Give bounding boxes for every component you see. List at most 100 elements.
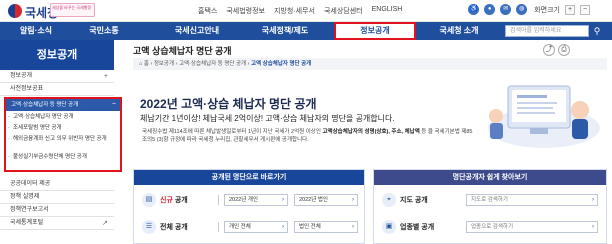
sidebar-item-public-data[interactable]: 공공데이터 제공: [0, 178, 114, 191]
home-icon[interactable]: ⌂: [139, 61, 142, 67]
globe-icon[interactable]: ◍: [516, 4, 528, 15]
select-value: 2022년 법인: [299, 197, 328, 203]
util-link-english[interactable]: ENGLISH: [372, 6, 403, 16]
utility-links: 홈택스 국세법령정보 지방청·세무서 국세상담센터 ENGLISH: [198, 6, 402, 16]
desc-text: 국세징수법 제114조에 따른 체납발생일로부터 1년이 지난 국세가 2억원 …: [142, 129, 323, 135]
row-label: 신규 공개: [160, 195, 188, 205]
desc-bold: 고액상습체납자의 성명(상호), 주소, 체납액: [322, 129, 420, 135]
select-2022-individual[interactable]: 2022년 개인 ›: [224, 194, 288, 206]
select-value: 법인 전체: [299, 224, 321, 230]
document-icon: ▤: [142, 193, 156, 207]
nav-item-info-disclosure[interactable]: 정보공개: [334, 22, 416, 40]
row-label: 업종별 공개: [400, 224, 435, 231]
chevron-right-icon: ›: [352, 224, 354, 230]
zoom-label: 화면크기: [534, 6, 560, 14]
industry-search-button[interactable]: 업종으로 검색하기 ›: [466, 221, 598, 233]
list-icon: ☰: [142, 220, 156, 234]
map-pin-icon: ⌖: [382, 193, 396, 207]
print-icon[interactable]: ⎙: [558, 44, 570, 56]
taegeuk-logo-icon: [8, 4, 22, 18]
nav-item-communication[interactable]: 국민소통: [72, 22, 136, 40]
page-tools: ⤴ ⎙: [543, 44, 570, 56]
breadcrumb: ⌂ 홈 › 정보공개 › 고액·상습체납자 등 명단 공개 › 고액 상습체납자…: [133, 58, 607, 70]
easy-search-panel: 명단공개자 쉽게 찾아보기 ⌖ 지도 공개 지도로 검색하기 › ▣ 업종별 공개…: [373, 169, 607, 244]
sidebar-menu-lower: 공공데이터 제공 정책 실명제 정책연구보고서 국세통계포털 ↗: [0, 178, 114, 230]
util-link-hometax[interactable]: 홈택스: [198, 6, 217, 16]
sidebar-item-label: 고액·상습체납자 등 명단 공개: [11, 102, 79, 108]
row-map-disclosure: ⌖ 지도 공개 지도로 검색하기 ›: [374, 189, 606, 211]
utility-right: ♿ ● ✉ ◍ 화면크기 + −: [468, 4, 590, 15]
select-2022-corporate[interactable]: 2022년 법인 ›: [294, 194, 358, 206]
top-utility-bar: 국세청 세상을 바꾸는 국세행정 홈택스 국세법령정보 지방청·세무서 국세상담…: [0, 0, 612, 22]
map-search-button[interactable]: 지도로 검색하기 ›: [466, 194, 598, 206]
sidebar-item-label: 정책 실명제: [10, 194, 40, 200]
panel-title: 공개된 명단으로 바로가기: [134, 170, 364, 185]
select-value: 2022년 개인: [229, 197, 258, 203]
breadcrumb-item[interactable]: 고액·상습체납자 등 명단 공개: [179, 61, 246, 67]
collapse-icon: −: [111, 101, 116, 108]
search-field-text: 지도로 검색하기: [471, 197, 508, 203]
slogan-badge: 세상을 바꾸는 국세행정: [50, 3, 95, 17]
person-icon[interactable]: ●: [484, 4, 496, 15]
sidebar-item-delinquent-disclosure[interactable]: 고액·상습체납자 등 명단 공개 −: [6, 99, 120, 111]
sidebar-item-stats-portal[interactable]: 국세통계포털 ↗: [0, 217, 114, 230]
sidebar-subitem-donation-org[interactable]: 불성실기부금수령단체 명단 공개: [8, 154, 116, 161]
nav-item-policy[interactable]: 국세정책/제도: [246, 22, 324, 40]
breadcrumb-current: 고액 상습체납자 명단 공개: [250, 61, 312, 67]
select-individual-all[interactable]: 개인 전체 ›: [224, 221, 288, 233]
search-icon[interactable]: ⚲: [591, 25, 603, 37]
sidebar-subitem-delinquent[interactable]: 고액·상습체납자 명단 공개: [8, 114, 116, 121]
briefcase-icon: ▣: [382, 220, 396, 234]
breadcrumb-item[interactable]: 정보공개: [154, 61, 174, 67]
main-nav: 알림·소식 국민소통 국세신고안내 국세정책/제도 정보공개 국세청 소개 검색…: [0, 22, 612, 40]
nav-item-tax-guide[interactable]: 국세신고안내: [160, 22, 234, 40]
zoom-out-button[interactable]: −: [580, 4, 590, 15]
chevron-right-icon: ›: [352, 197, 354, 203]
sidebar-item-label: 국세통계포털: [10, 220, 44, 226]
mail-icon[interactable]: ✉: [500, 4, 512, 15]
sidebar-item-info-disclosure[interactable]: 정보공개 +: [0, 70, 114, 83]
sidebar-title: 정보공개: [0, 40, 114, 70]
chevron-right-icon: ›: [592, 224, 594, 230]
sidebar-item-research-reports[interactable]: 정책연구보고서: [0, 204, 114, 217]
row-label-highlight: 신규: [160, 197, 173, 204]
nav-item-news[interactable]: 알림·소식: [8, 22, 64, 40]
expand-icon: +: [103, 73, 108, 80]
row-label-text: 공개: [172, 197, 188, 204]
util-link-offices[interactable]: 지방청·세무서: [274, 6, 315, 16]
row-label: 지도 공개: [400, 197, 428, 204]
sidebar-item-pre-disclosure[interactable]: 사전정보공표: [0, 83, 114, 96]
page-title: 고액 상습체납자 명단 공개: [133, 46, 232, 56]
quick-links-panel: 공개된 명단으로 바로가기 ▤ 신규 공개 2022년 개인 › 2022년 법인…: [133, 169, 365, 244]
description: 국세징수법 제114조에 따른 체납발생일로부터 1년이 지난 국세가 2억원 …: [142, 128, 474, 144]
chevron-right-icon: ›: [592, 197, 594, 203]
sidebar-menu: 정보공개 + 사전정보공표: [0, 70, 114, 96]
chevron-right-icon: ›: [282, 224, 284, 230]
sidebar-subitem-tax-evasion[interactable]: 조세포탈범 명단 공개: [8, 125, 116, 132]
util-link-law[interactable]: 국세법령정보: [226, 6, 265, 16]
breadcrumb-item[interactable]: 홈: [144, 61, 149, 67]
page: 국세청 세상을 바꾸는 국세행정 홈택스 국세법령정보 지방청·세무서 국세상담…: [0, 0, 612, 244]
nav-item-about[interactable]: 국세청 소개: [426, 22, 492, 40]
disclosure-illustration: [488, 85, 600, 148]
sidebar-item-label: 사전정보공표: [10, 86, 44, 92]
zoom-in-button[interactable]: +: [565, 4, 575, 15]
accessibility-icon[interactable]: ♿: [468, 4, 480, 15]
select-value: 개인 전체: [229, 224, 251, 230]
sidebar-item-label: 공공데이터 제공: [10, 181, 51, 187]
subheadline: 체납기간 1년이상! 체납국세 2억이상! 고액·상습 체납자의 명단을 공개합…: [140, 114, 395, 123]
sidebar-item-label: 정보공개: [10, 73, 33, 79]
row-industry-disclosure: ▣ 업종별 공개 업종으로 검색하기 ›: [374, 216, 606, 238]
select-corporate-all[interactable]: 법인 전체 ›: [294, 221, 358, 233]
util-link-consult[interactable]: 국세상담센터: [324, 6, 363, 16]
site-search-input[interactable]: 검색어를 입력하세요: [505, 25, 589, 37]
chevron-right-icon: ›: [282, 197, 284, 203]
search-field-text: 업종으로 검색하기: [471, 224, 514, 230]
sidebar-item-policy-realname[interactable]: 정책 실명제: [0, 191, 114, 204]
headline: 2022년 고액·상습 체납자 명단 공개: [140, 97, 317, 111]
row-new-disclosure: ▤ 신규 공개 2022년 개인 › 2022년 법인 ›: [134, 189, 364, 211]
row-all-disclosure: ☰ 전체 공개 개인 전체 › 법인 전체 ›: [134, 216, 364, 238]
panel-title: 명단공개자 쉽게 찾아보기: [374, 170, 606, 185]
sidebar-subitem-foreign-account[interactable]: 해외금융계좌 신고 의무 위반자 명단 공개: [8, 136, 116, 143]
share-icon[interactable]: ⤴: [543, 44, 555, 56]
